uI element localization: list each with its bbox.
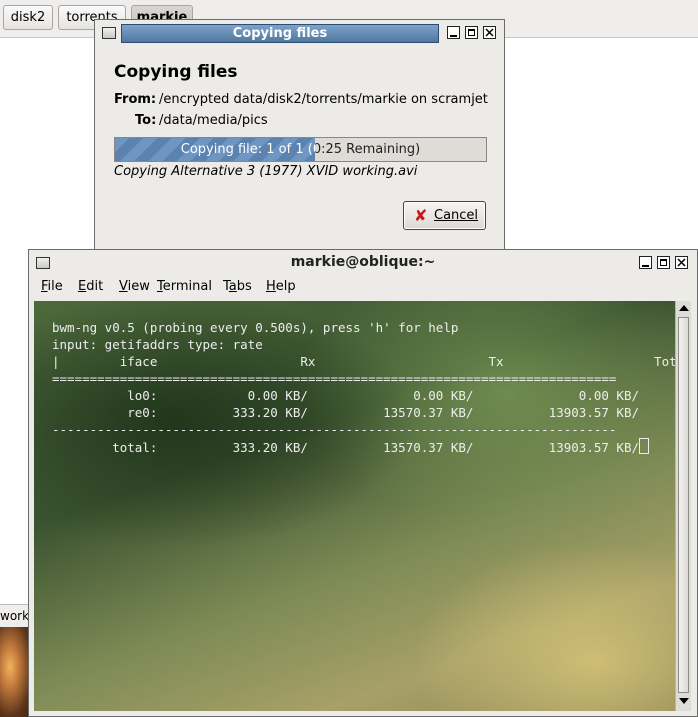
terminal-output[interactable]: bwm-ng v0.5 (probing every 0.500s), pres… (34, 301, 675, 711)
maximize-icon[interactable] (657, 256, 670, 269)
to-path: /data/media/pics (159, 113, 268, 128)
cancel-label: Cancel (434, 208, 479, 223)
from-path: /encrypted data/disk2/torrents/markie on… (159, 92, 488, 107)
copy-files-dialog: Copying files Copying files From: /encry… (94, 19, 505, 250)
dialog-titlebar[interactable]: Copying files (95, 20, 504, 46)
current-file-label: Copying Alternative 3 (1977) XVID workin… (114, 164, 418, 179)
menu-view[interactable]: View (119, 279, 150, 294)
dialog-heading: Copying files (114, 62, 238, 82)
terminal-line: lo0: 0.00 KB/ 0.00 KB/ 0.00 KB/ (52, 388, 639, 403)
menu-tabs[interactable]: Tabs (223, 279, 252, 294)
breadcrumb-disk2[interactable]: disk2 (3, 5, 53, 30)
scroll-up-icon[interactable] (679, 305, 689, 311)
terminal-total-line: total: 333.20 KB/ 13570.37 KB/ 13903.57 … (52, 438, 649, 456)
minimize-icon[interactable] (639, 256, 652, 269)
window-menu-icon[interactable] (102, 27, 116, 39)
terminal-line: | iface Rx Tx Total (52, 354, 675, 369)
terminal-line: ----------------------------------------… (52, 422, 617, 437)
minimize-icon[interactable] (447, 26, 460, 39)
from-label: From: (114, 92, 157, 107)
to-label: To: (135, 113, 157, 128)
menu-edit[interactable]: Edit (78, 279, 103, 294)
terminal-window: markie@oblique:~ File Edit View Terminal… (28, 249, 698, 717)
maximize-icon[interactable] (465, 26, 478, 39)
close-icon[interactable] (483, 26, 496, 39)
cancel-button[interactable]: ✘ Cancel (403, 201, 486, 230)
terminal-line: bwm-ng v0.5 (probing every 0.500s), pres… (52, 320, 459, 335)
terminal-line: re0: 333.20 KB/ 13570.37 KB/ 13903.57 KB… (52, 405, 639, 420)
dialog-title: Copying files (121, 24, 439, 43)
terminal-line: input: getifaddrs type: rate (52, 337, 263, 352)
cancel-x-icon: ✘ (414, 206, 428, 225)
close-icon[interactable] (675, 256, 688, 269)
menu-terminal[interactable]: Terminal (157, 279, 212, 294)
scrollbar-thumb[interactable] (678, 317, 689, 693)
terminal-cursor (639, 438, 649, 454)
menu-file[interactable]: File (41, 279, 63, 294)
terminal-line: total: 333.20 KB/ 13570.37 KB/ 13903.57 … (52, 440, 639, 455)
scroll-down-icon[interactable] (679, 698, 689, 704)
menu-help[interactable]: Help (266, 279, 296, 294)
terminal-title: markie@oblique:~ (290, 254, 436, 270)
copy-progress-bar: Copying file: 1 of 1 (0:25 Remaining) Co… (114, 137, 487, 162)
terminal-scrollbar[interactable] (675, 301, 691, 711)
terminal-line: ========================================… (52, 371, 617, 386)
